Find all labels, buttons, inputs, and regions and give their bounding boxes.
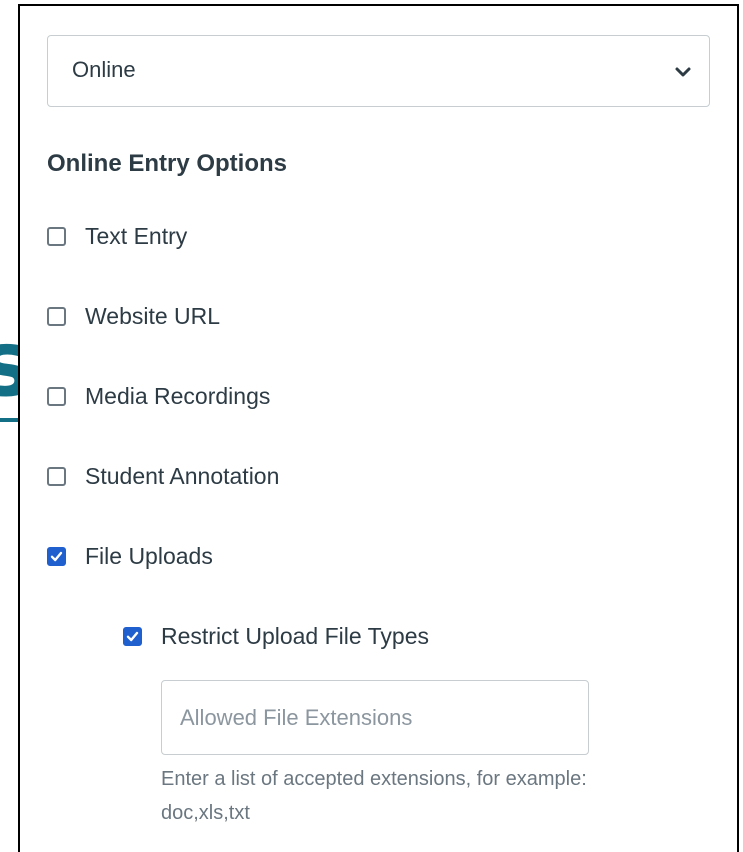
text-entry-checkbox[interactable] (47, 227, 66, 246)
restrict-upload-file-types-label: Restrict Upload File Types (161, 623, 430, 649)
screenshot-stage: s Online Online Entry Options Text Entry… (0, 0, 743, 852)
restrict-upload-file-types-checkbox[interactable] (123, 627, 142, 646)
student-annotation-checkbox[interactable] (47, 467, 66, 486)
text-entry-label: Text Entry (85, 223, 188, 249)
website-url-checkbox[interactable] (47, 307, 66, 326)
website-url-label: Website URL (85, 303, 221, 329)
chevron-down-icon (675, 67, 691, 77)
extensions-hint-line-2: doc,xls,txt (161, 802, 250, 824)
allowed-file-extensions-input[interactable] (161, 680, 589, 755)
checkmark-icon (126, 631, 139, 642)
submission-type-select[interactable]: Online (47, 35, 710, 107)
file-uploads-label: File Uploads (85, 543, 213, 569)
submission-type-value: Online (72, 57, 136, 82)
student-annotation-option[interactable]: Student Annotation (47, 463, 279, 490)
online-entry-options-title: Online Entry Options (47, 150, 288, 177)
online-entry-panel: Online Online Entry Options Text Entry W… (18, 4, 739, 852)
media-recordings-checkbox[interactable] (47, 387, 66, 406)
extensions-hint-line-1: Enter a list of accepted extensions, for… (161, 768, 587, 790)
file-uploads-checkbox[interactable] (47, 547, 66, 566)
student-annotation-label: Student Annotation (85, 463, 280, 489)
restrict-upload-file-types-option[interactable]: Restrict Upload File Types (123, 623, 429, 650)
media-recordings-label: Media Recordings (85, 383, 271, 409)
media-recordings-option[interactable]: Media Recordings (47, 383, 270, 410)
file-uploads-option[interactable]: File Uploads (47, 543, 213, 570)
website-url-option[interactable]: Website URL (47, 303, 220, 330)
text-entry-option[interactable]: Text Entry (47, 223, 187, 250)
extensions-hint-text: Enter a list of accepted extensions, for… (161, 762, 721, 830)
checkmark-icon (50, 551, 63, 562)
